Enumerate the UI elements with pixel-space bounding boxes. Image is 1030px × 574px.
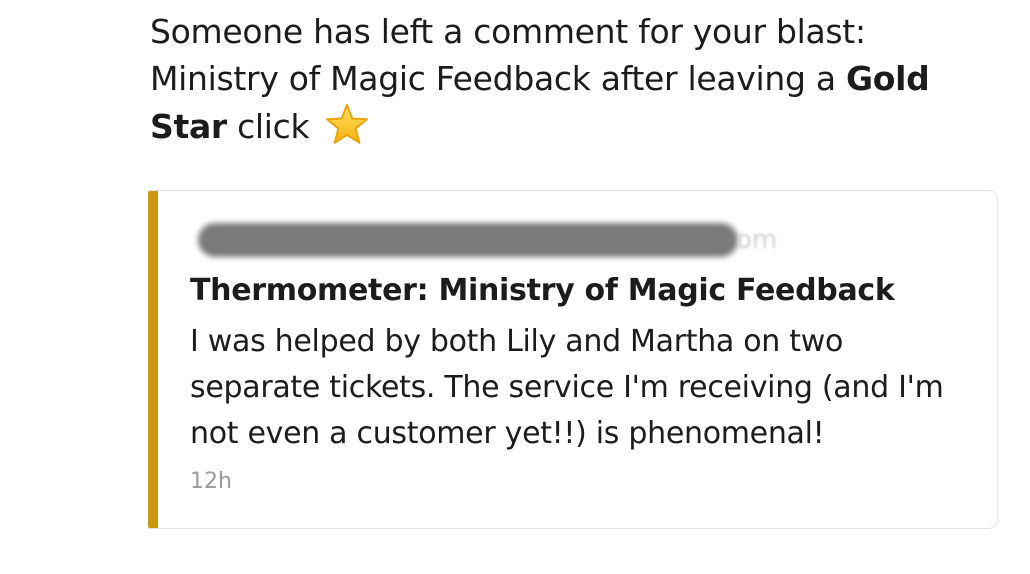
notification-message: Someone has left a comment for your blas… [150,8,1010,150]
attachment-body: I was helped by both Lily and Martha on … [190,324,944,451]
attachment-title[interactable]: Thermometer: Ministry of Magic Feedback [190,269,895,313]
comment-attachment[interactable]: om Thermometer: Ministry of Magic Feedba… [148,190,998,529]
message-line1: Someone has left a comment for your blas… [150,12,866,51]
click-label: click [226,107,310,146]
attachment-accent-bar [148,191,158,528]
star-emoji-icon [324,102,370,148]
attachment-timestamp: 12h [190,469,232,494]
redacted-sender-email: om [188,219,777,263]
message-line2: Ministry of Magic Feedback after leaving… [150,59,846,98]
